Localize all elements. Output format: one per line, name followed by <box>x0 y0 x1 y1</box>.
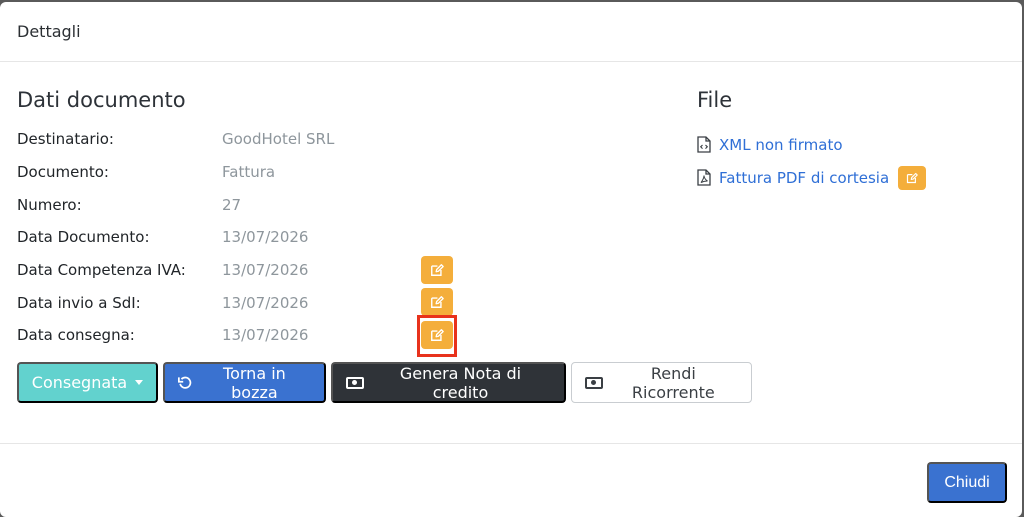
row-documento: Documento: Fattura <box>17 156 420 189</box>
edit-icon <box>431 296 444 309</box>
row-data-invio-sdi: Data invio a SdI: 13/07/2026 <box>17 286 453 319</box>
edit-pdf-button[interactable] <box>898 165 927 190</box>
money-bill-icon <box>346 376 364 389</box>
field-value: 13/07/2026 <box>222 261 309 280</box>
torna-bozza-button[interactable]: Torna in bozza <box>163 362 326 403</box>
field-label: Data Documento: <box>17 228 150 247</box>
field-label: Destinatario: <box>17 130 114 149</box>
document-section-title: Dati documento <box>17 88 186 112</box>
rendi-ricorrente-label: Rendi Ricorrente <box>631 363 715 402</box>
edit-data-competenza-iva-button[interactable] <box>421 255 453 284</box>
pdf-file-icon <box>697 169 711 186</box>
field-value: 13/07/2026 <box>222 228 309 247</box>
edit-data-consegna-button[interactable] <box>421 321 453 350</box>
edit-data-invio-sdi-button[interactable] <box>421 288 453 317</box>
field-value: 27 <box>222 195 242 214</box>
modal-title: Dettagli <box>17 22 81 41</box>
edit-icon <box>907 172 918 183</box>
field-value: Fattura <box>222 163 276 182</box>
row-numero: Numero: 27 <box>17 188 420 221</box>
field-value: GoodHotel SRL <box>222 130 335 149</box>
details-modal: Dettagli Dati documento Destinatario: Go… <box>0 2 1022 517</box>
field-label: Data invio a SdI: <box>17 293 141 312</box>
row-data-competenza-iva: Data Competenza IVA: 13/07/2026 <box>17 254 453 287</box>
consegnata-label: Consegnata <box>31 373 128 392</box>
field-value: 13/07/2026 <box>222 293 309 312</box>
field-label: Data Competenza IVA: <box>17 261 186 280</box>
chiudi-button[interactable]: Chiudi <box>927 462 1007 503</box>
genera-nota-label: Genera Nota di credito <box>399 363 522 402</box>
edit-icon <box>431 263 444 276</box>
consegnata-dropdown-button[interactable]: Consegnata <box>17 362 158 403</box>
pdf-file-link[interactable]: Fattura PDF di cortesia <box>719 169 889 187</box>
field-label: Data consegna: <box>17 326 135 345</box>
file-section-title: File <box>697 88 733 112</box>
field-value: 13/07/2026 <box>222 326 309 345</box>
xml-file-link[interactable]: XML non firmato <box>719 136 843 154</box>
genera-nota-credito-button[interactable]: Genera Nota di credito <box>331 362 566 403</box>
file-item-pdf: Fattura PDF di cortesia <box>697 161 927 194</box>
undo-icon <box>178 376 192 389</box>
money-bill-icon <box>585 376 603 389</box>
field-label: Numero: <box>17 195 82 214</box>
rendi-ricorrente-button[interactable]: Rendi Ricorrente <box>571 362 752 403</box>
edit-icon <box>431 329 444 342</box>
row-data-documento: Data Documento: 13/07/2026 <box>17 221 420 254</box>
field-label: Documento: <box>17 163 109 182</box>
modal-footer: Chiudi <box>0 443 1022 517</box>
file-item-xml: XML non firmato <box>697 128 926 161</box>
code-file-icon <box>697 136 711 153</box>
action-bar: Consegnata Torna in bozza Genera Nota di… <box>17 362 752 403</box>
modal-header: Dettagli <box>0 2 1022 62</box>
document-details: Destinatario: GoodHotel SRL Documento: F… <box>17 123 453 352</box>
row-destinatario: Destinatario: GoodHotel SRL <box>17 123 420 156</box>
caret-down-icon <box>135 380 144 385</box>
row-data-consegna: Data consegna: 13/07/2026 <box>17 319 453 352</box>
file-list: XML non firmato Fattura PDF di cortesia <box>697 128 927 194</box>
torna-bozza-label: Torna in bozza <box>223 363 286 402</box>
